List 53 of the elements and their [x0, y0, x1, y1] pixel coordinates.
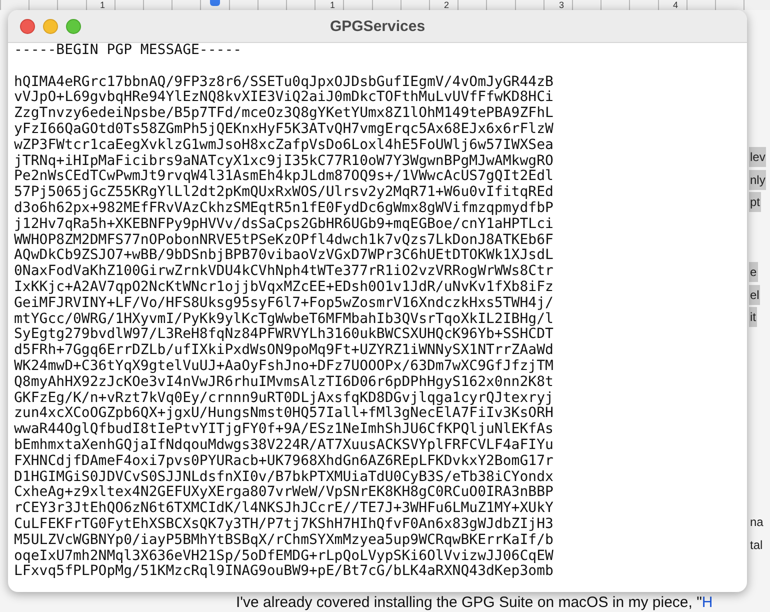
ruler-marker[interactable]: [210, 0, 220, 6]
pgp-line: d3o6h62px+982MEfFRvVAzCkhzSMEqtR5n1fE0FydDc6gWmx8gWVifmzqpmydfbP: [14, 200, 554, 217]
pgp-line: oqeIxU7mh2NMql3X636eVH21Sp/5oDfEMDG+rLpQoLVypSKi6OlVvizwJJ06CqEW: [14, 548, 554, 564]
ruler-number: 2: [444, 0, 450, 10]
pgp-line: mtYGcc/0WRG/1HXyvmI/PyKk9ylKcTgWwbeT6MFMbahIb3QVsrTqoXkIL2IBHg/l: [14, 312, 554, 327]
pgp-line: vVJpO+L69gvbqHRe94YlEzNQ8kvXIE3ViQ2aiJ0mDkcTOFthMuLvUVfFfwKD8HCi: [14, 90, 554, 106]
page-text-fragment: na: [749, 514, 764, 531]
page-text-fragment: nly: [749, 170, 766, 190]
pgp-header: -----BEGIN PGP MESSAGE-----: [14, 43, 242, 59]
pgp-line: hQIMA4eRGrc17bbnAQ/9FP3z8r6/SSETu0qJpxOJDsbGufIEgmV/4vOmJyGR44zB: [14, 74, 554, 90]
pgp-line: D1HGIMGiS0JDVCvS0SJJNLdsfnXI0v/B7bkPTXMUiaTdU0CyB3S/eTb38iCYondx: [14, 470, 554, 485]
pgp-line: Q8myAhHX92zJcKOe3vI4nVwJR6rhuIMvmsAlzTI6D06r6pDPhHgyS162x0nn2K8t: [14, 374, 554, 391]
ruler-number: 1: [330, 0, 336, 10]
pgp-line: AQwDkCb9ZSJO7+wBB/9bDSnbjBPB70vibaoVzVGxD7WPr3C6hUEtDTOKWk1XJsdL: [14, 248, 554, 264]
ruler-number: 4: [673, 0, 678, 10]
page-text-fragment: e: [749, 262, 758, 282]
pgp-line: 0NaxFodVaKhZ100GirwZrnkVDU4kCVhNph4tWTe377rR1iO2vzVRRogWrWWs8Ctr: [14, 264, 554, 280]
page-text-fragment: it: [749, 307, 757, 327]
pgp-line: IxKKjc+A2AV7qpO2NcKtWNcr1ojjbVqxMZcEE+EDsh0O1v1JdR/uNvKv1fXb8iFz: [14, 280, 554, 296]
minimize-button[interactable]: [43, 18, 58, 34]
pgp-line: rCEY3r3JtEhQO6zN6t6TXMCIdK/l4NKSJhJCcrE//TE7J+3WHFu6LMuZ1MY+XUkY: [14, 501, 554, 517]
pgp-line: wwaR44OglQfbudI8tIePtvYITjgFY0f+9A/ESz1NeImhShJU6CfKPQljuNlEKfAs: [14, 422, 554, 438]
pgp-line: M5ULZVcWGBNYp0/iayP5BMhYtBSBqX/rChmSYXmMzyea5up9WCRqwBKErrKaIf/b: [14, 532, 554, 548]
pgp-line: j12Hv7qRa5h+XKEBNFPy9pHVVv/dsSaCps2GbHR6UGb9+mqEGBoe/cnY1aHPTLci: [14, 216, 554, 233]
pgp-line: WWHOP8ZM2DMFS77nOPobonNRVE5tPSeKzOPfl4dwch1k7vQzs7LkDonJ8ATKEb6F: [14, 232, 554, 248]
pgp-line: WK24mwD+C36tYqX9gtelVuUJ+AaOyFshJno+DFz7UOOOPx/63Dm7wXC9GfJfzjTM: [14, 358, 554, 375]
pgp-line: SyEgtg279bvdlW97/L3ReH8fqNz84PFWRVYLh3160ukBWCSXUHQcK96Yb+SSHCDT: [14, 327, 554, 343]
page-link[interactable]: H: [702, 594, 713, 611]
page-text-fragment: pt: [749, 192, 762, 212]
page-text-fragment: el: [749, 285, 760, 305]
window-title: GPGServices: [330, 18, 426, 34]
pgp-line: d5FRh+7Ggq6ErrDZLb/ufIXkiPxdWsON9poMq9Ft+UZYRZ1iWNNySX1NTrrZAaWd: [14, 343, 554, 359]
ruler-number: 3: [559, 0, 564, 10]
close-button[interactable]: [20, 18, 35, 34]
page-sentence: I've already covered installing the GPG Suite on macOS in my piece, ": [236, 594, 702, 611]
pgp-line: wZP3FWtcr1caEegXvklzG1wmJsoH8xcZafpVsDo6Loxl4hE5FoUWlj6w57IWXSea: [14, 138, 554, 154]
pgp-line: GKFzEg/K/n+vRzt7kVq0Ey/crnnn9uRT0DLjAxsfqKD8DGvjlqga1cyrQJtexryj: [14, 390, 554, 406]
page-text-fragment: tal: [749, 537, 764, 554]
zoom-button[interactable]: [66, 18, 81, 34]
pgp-line: CxheAg+z9xltex4N2GEFUXyXErga807vrWeW/VpSNrEK8KH8gC0RCuO0IRA3nBBP: [14, 485, 554, 501]
page-text-fragment: lev: [749, 147, 766, 167]
ruler-number: 1: [100, 0, 106, 10]
pgp-line: LFxvq5fPLPOpMg/51KMzcRql9INAG9ouBW9+pE/Bt7cG/bLK4aRXNQ43dKep3omb: [14, 564, 554, 580]
pgp-line: zun4xcXCoOGZpb6QX+jgxU/HungsNmst0HQ57Iall+fMl3gNecElA7FiIv3KsORH: [14, 406, 554, 422]
pgp-line: GeiMFJRVINY+LF/Vo/HFS8Uksg95syF6l7+Fop5wZosmrV16XndczkHxs5TWH4j/: [14, 296, 554, 312]
pgp-line: FXHNCdjfDAmeF4oxi7pvs0PYURacb+UK7968XhdGn6AZ6REpLFKDvkxY2BomG17r: [14, 454, 554, 470]
pgp-line: CuLFEKFrTG0FytEhXSBCXsQK7y3TH/P7tj7KShH7HIhQfvF0An6x83gWJdbZIjH3: [14, 516, 554, 533]
pgp-line: yFzI66QaGOtd0Ts58ZGmPh5jQEKnxHyF5K3ATvQH7vmgErqc5Ax68EJx6x6rFlzW: [14, 122, 554, 138]
pgp-line: bEmhmxtaXenhGQjaIfNdqouMdwgs38V224R/AT7XuusACKSVYplFRFCVLF4aFIYu: [14, 438, 554, 454]
pgp-line: jTRNq+iHIpMaFicibrs9aNATcyX1xc9jI35kC77R10oW7Y3WgwnBPgMJwAMkwgRO: [14, 154, 554, 169]
pgp-line: ZzgTnvzy6edeiNpsbe/B5p7TFd/mceOz3Q8gYKetYUmx8Z1lOhM149tePBA9ZFhL: [14, 106, 554, 122]
pgp-line: Pe2nWsCEdTCwPwmJt9rvqW4l31AsmEh4kpJLdm87OQ9s+/1VWwcAcUS7gQIt2Edl: [14, 169, 554, 185]
pgp-line: 57Pj5065jGcZ55KRgYlLl2dt2pKmQUxRxWOS/Ulrsv2y2MqR71+W6u0vIfitqREd: [14, 185, 554, 201]
